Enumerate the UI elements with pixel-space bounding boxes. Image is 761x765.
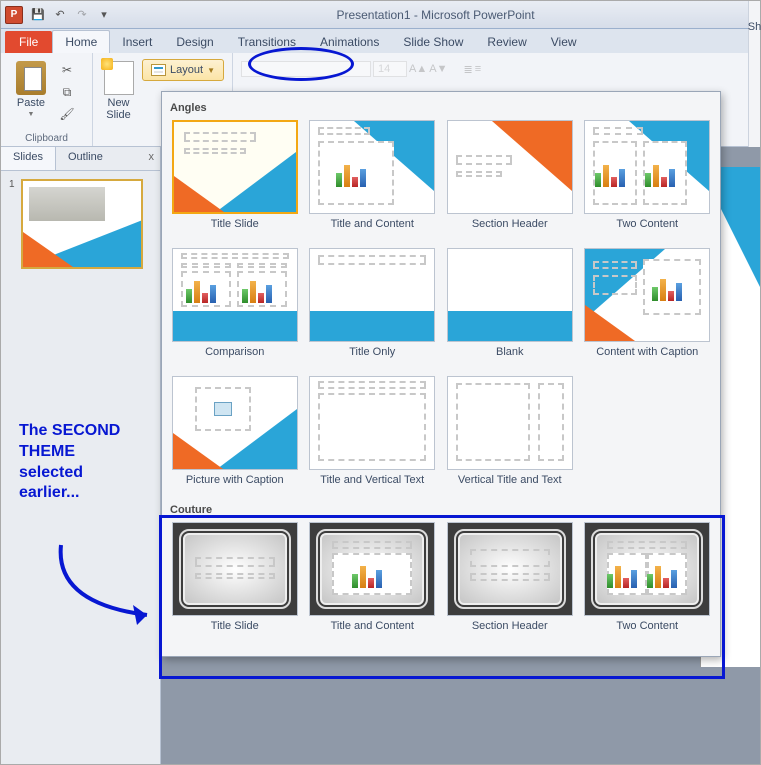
layout-vertical-title-text[interactable]: Vertical Title and Text — [443, 376, 577, 500]
group-clipboard: Paste ▼ ✂ ⧉ 🖌 Clipboard — [1, 53, 93, 146]
layout-gallery: Angles Title Slide Title and Content — [161, 91, 721, 657]
layout-couture-two-content[interactable]: Two Content — [581, 522, 715, 646]
layout-caption: Title Only — [349, 342, 395, 372]
undo-icon[interactable]: ↶ — [50, 5, 70, 25]
layout-two-content[interactable]: Two Content — [581, 120, 715, 244]
layout-picture-with-caption[interactable]: Picture with Caption — [168, 376, 302, 500]
save-icon[interactable]: 💾 — [28, 5, 48, 25]
chevron-down-icon: ▼ — [207, 66, 215, 75]
layout-section-header[interactable]: Section Header — [443, 120, 577, 244]
layout-title-and-content[interactable]: Title and Content — [306, 120, 440, 244]
slide-number: 1 — [9, 179, 15, 269]
new-slide-label: New Slide — [106, 97, 130, 121]
ribbon-tabs: File Home Insert Design Transitions Anim… — [1, 29, 760, 53]
powerpoint-icon: P — [5, 6, 23, 24]
layout-caption: Title Slide — [211, 214, 259, 244]
tab-slideshow[interactable]: Slide Show — [391, 31, 475, 53]
redo-icon[interactable]: ↷ — [72, 5, 92, 25]
gallery-section-couture: Couture — [168, 500, 714, 522]
layout-title-vertical-text[interactable]: Title and Vertical Text — [306, 376, 440, 500]
cut-icon[interactable]: ✂ — [57, 61, 77, 79]
layout-caption: Blank — [496, 342, 524, 372]
tab-slides-pane[interactable]: Slides — [1, 147, 56, 170]
layout-caption: Section Header — [472, 214, 548, 244]
layout-button[interactable]: Layout ▼ — [142, 59, 224, 81]
window-title: Presentation1 - Microsoft PowerPoint — [115, 8, 756, 22]
tab-animations[interactable]: Animations — [308, 31, 391, 53]
layout-caption: Title and Content — [331, 214, 414, 244]
picture-icon — [214, 402, 232, 416]
layout-caption: Content with Caption — [596, 342, 698, 372]
layout-caption: Section Header — [472, 616, 548, 646]
layout-couture-title-content[interactable]: Title and Content — [306, 522, 440, 646]
font-size-select[interactable]: 14 — [373, 61, 407, 77]
layout-label: Layout — [170, 64, 203, 76]
layout-title-slide[interactable]: Title Slide — [168, 120, 302, 244]
tab-design[interactable]: Design — [164, 31, 225, 53]
layout-couture-section-header[interactable]: Section Header — [443, 522, 577, 646]
paste-icon — [16, 61, 46, 95]
decrease-font-icon[interactable]: A▼ — [429, 63, 447, 75]
tab-transitions[interactable]: Transitions — [226, 31, 308, 53]
tab-review[interactable]: Review — [475, 31, 538, 53]
layout-content-with-caption[interactable]: Content with Caption — [581, 248, 715, 372]
layout-caption: Title Slide — [211, 616, 259, 646]
layout-blank[interactable]: Blank — [443, 248, 577, 372]
group-label-clipboard: Clipboard — [1, 133, 92, 144]
chevron-down-icon: ▼ — [28, 111, 35, 118]
increase-font-icon[interactable]: A▲ — [409, 63, 427, 75]
layout-caption: Vertical Title and Text — [458, 470, 562, 500]
numbering-icon[interactable]: ≡ — [475, 63, 481, 75]
tab-file[interactable]: File — [5, 31, 52, 53]
tab-home[interactable]: Home — [52, 30, 110, 53]
gallery-section-angles: Angles — [168, 98, 714, 120]
bullets-icon[interactable]: ≣ — [463, 63, 472, 76]
format-painter-icon[interactable]: 🖌 — [57, 105, 77, 123]
layout-caption: Two Content — [616, 616, 678, 646]
layout-caption: Title and Vertical Text — [320, 470, 424, 500]
slide-thumbnail-1[interactable] — [21, 179, 143, 269]
layout-caption: Title and Content — [331, 616, 414, 646]
title-bar: P 💾 ↶ ↷ ▾ Presentation1 - Microsoft Powe… — [1, 1, 760, 29]
shapes-cut-label: Sh — [748, 21, 761, 33]
annotation-text: The SECOND THEME selected earlier... — [19, 421, 139, 504]
paste-button[interactable]: Paste ▼ — [9, 57, 53, 123]
qat-dropdown-icon[interactable]: ▾ — [94, 5, 114, 25]
copy-icon[interactable]: ⧉ — [57, 83, 77, 101]
layout-title-only[interactable]: Title Only — [306, 248, 440, 372]
layout-icon — [151, 64, 166, 76]
tab-view[interactable]: View — [539, 31, 589, 53]
font-family-select[interactable] — [241, 61, 371, 77]
new-slide-icon — [104, 61, 134, 95]
layout-comparison[interactable]: Comparison — [168, 248, 302, 372]
close-pane-icon[interactable]: x — [143, 147, 161, 170]
layout-caption: Two Content — [616, 214, 678, 244]
layout-caption: Picture with Caption — [186, 470, 284, 500]
layout-caption: Comparison — [205, 342, 264, 372]
tab-insert[interactable]: Insert — [110, 31, 164, 53]
tab-outline-pane[interactable]: Outline — [56, 147, 115, 170]
new-slide-button[interactable]: New Slide — [101, 57, 136, 121]
layout-couture-title-slide[interactable]: Title Slide — [168, 522, 302, 646]
paste-label: Paste — [17, 97, 45, 109]
